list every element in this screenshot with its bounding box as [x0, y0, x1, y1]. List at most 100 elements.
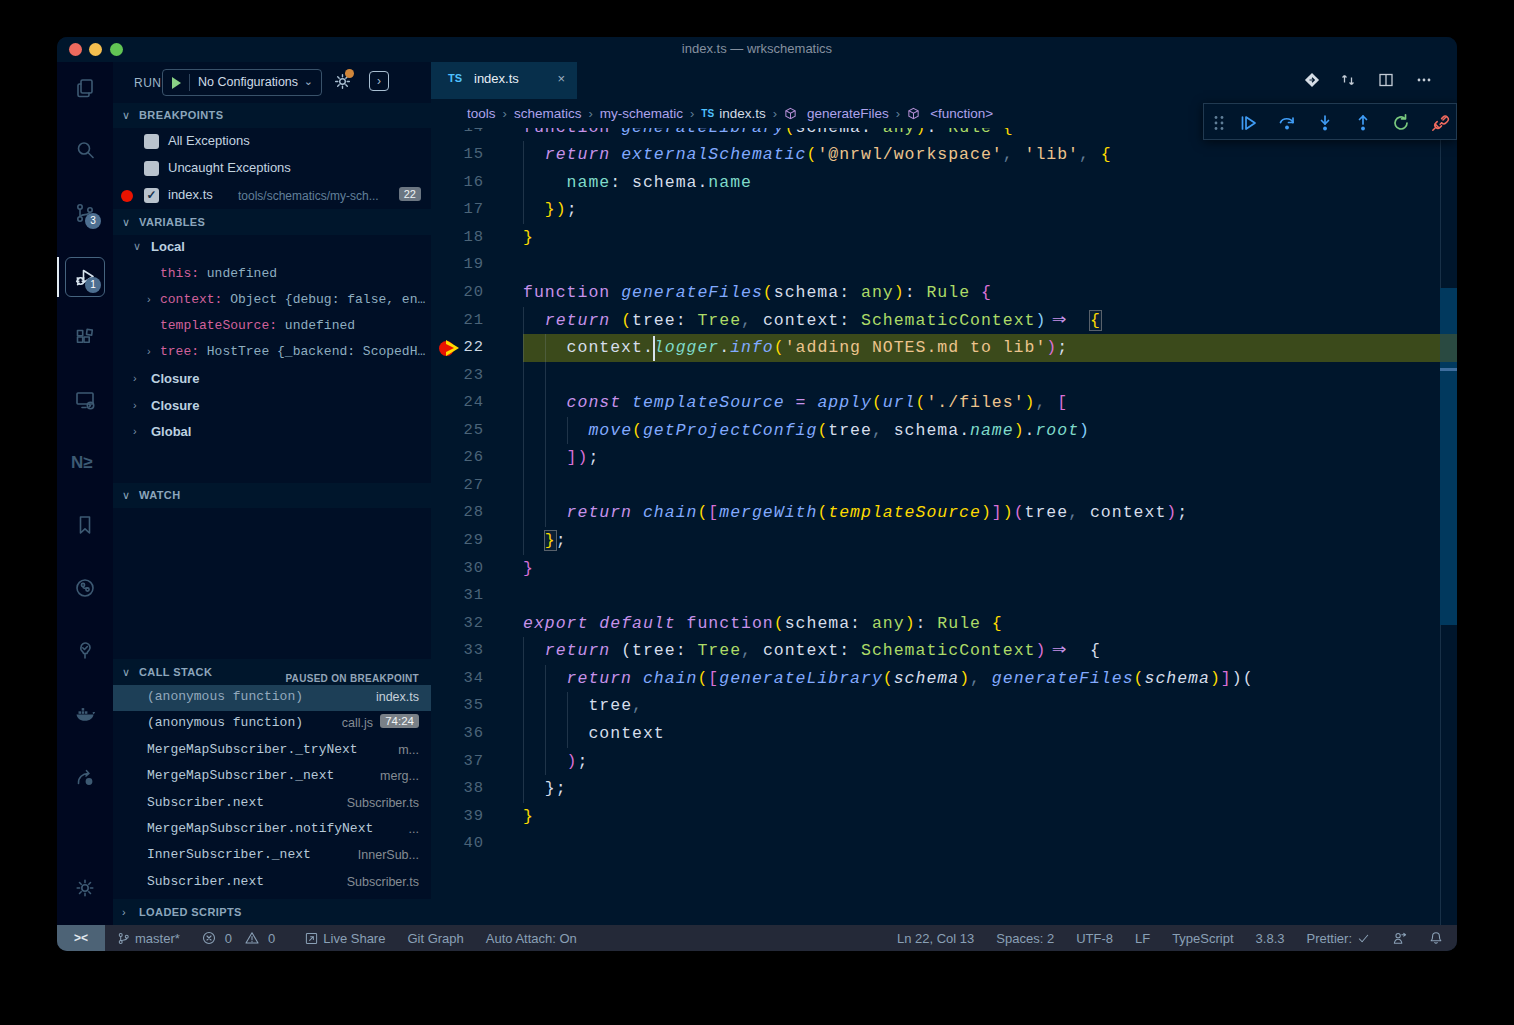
breadcrumb-generateFiles[interactable]: generateFiles: [784, 106, 889, 121]
status-eol[interactable]: LF: [1135, 931, 1150, 946]
status-indentation[interactable]: Spaces: 2: [996, 931, 1054, 946]
status-git-branch[interactable]: master*: [117, 931, 180, 946]
run-config-dropdown[interactable]: No Configurations⌄: [162, 69, 322, 96]
compare-changes-icon[interactable]: [1339, 71, 1357, 89]
section-watch[interactable]: ∨WATCH: [113, 483, 431, 508]
code-line-18[interactable]: 18}: [431, 224, 1457, 252]
code-line-21[interactable]: 21 return (tree: Tree, context: Schemati…: [431, 307, 1457, 335]
breadcrumb-function[interactable]: <function>: [907, 106, 993, 121]
section-call-stack[interactable]: ∨CALL STACKPAUSED ON BREAKPOINT: [113, 659, 431, 685]
code-line-36[interactable]: 36 context: [431, 720, 1457, 748]
code-line-29[interactable]: 29 };: [431, 527, 1457, 555]
status-cursor-position[interactable]: Ln 22, Col 13: [897, 931, 974, 946]
status-feedback[interactable]: [1392, 931, 1407, 946]
activity-remote-explorer[interactable]: [57, 376, 113, 424]
variable-row[interactable]: templateSource: undefined: [113, 314, 431, 340]
scope-local[interactable]: ∨Local: [113, 235, 431, 261]
breakpoint-row[interactable]: Uncaught Exceptions: [113, 155, 431, 182]
status-prettier[interactable]: Prettier:: [1306, 931, 1370, 946]
breadcrumb-indexts[interactable]: TSindex.ts: [701, 106, 765, 121]
code-line-40[interactable]: 40: [431, 830, 1457, 858]
split-editor-icon[interactable]: [1377, 71, 1395, 89]
breakpoint-checkbox[interactable]: ✓: [144, 188, 159, 203]
status-problems[interactable]: 00: [202, 931, 283, 946]
code-line-39[interactable]: 39}: [431, 803, 1457, 831]
breakpoint-checkbox[interactable]: [144, 161, 159, 176]
code-line-33[interactable]: 33 return (tree: Tree, context: Schemati…: [431, 637, 1457, 665]
breakpoint-row[interactable]: All Exceptions: [113, 128, 431, 155]
code-line-23[interactable]: 23: [431, 362, 1457, 390]
callstack-frame[interactable]: (anonymous function)index.ts: [113, 685, 431, 711]
editor[interactable]: 14function generateLibrary(schema: any):…: [431, 62, 1457, 925]
run-play-icon[interactable]: [172, 77, 181, 89]
activity-run-debug[interactable]: 1: [57, 253, 113, 301]
scope-global-2[interactable]: ›Global: [113, 420, 431, 446]
code-line-26[interactable]: 26 ]);: [431, 444, 1457, 472]
callstack-frame[interactable]: MergeMapSubscriber._nextmerg...: [113, 764, 431, 790]
callstack-frame[interactable]: Subscriber.nextSubscriber.ts: [113, 870, 431, 896]
scope-closure-1[interactable]: ›Closure: [113, 394, 431, 420]
continue-button[interactable]: [1238, 113, 1258, 133]
step-over-button[interactable]: [1277, 113, 1297, 133]
tab-index-ts[interactable]: TSindex.ts×: [431, 62, 577, 99]
status-git-graph[interactable]: Git Graph: [407, 931, 463, 946]
restart-button[interactable]: [1391, 113, 1411, 133]
code-line-32[interactable]: 32export default function(schema: any): …: [431, 610, 1457, 638]
activity-extensions[interactable]: [57, 314, 113, 362]
tab-close-icon[interactable]: ×: [557, 71, 565, 86]
status-ts-version[interactable]: 3.8.3: [1256, 931, 1285, 946]
breadcrumb-myschematic[interactable]: my-schematic: [600, 106, 683, 121]
activity-gitlens[interactable]: [57, 564, 113, 612]
status-language[interactable]: TypeScript: [1172, 931, 1233, 946]
activity-live-share[interactable]: [57, 753, 113, 801]
activity-nx-console[interactable]: N≥: [57, 439, 113, 487]
code-line-34[interactable]: 34 return chain([generateLibrary(schema)…: [431, 665, 1457, 693]
breadcrumb-schematics[interactable]: schematics: [514, 106, 582, 121]
section-variables[interactable]: ∨VARIABLES: [113, 209, 431, 235]
more-actions-icon[interactable]: [1415, 71, 1433, 89]
scope-closure-0[interactable]: ›Closure: [113, 367, 431, 393]
code-line-31[interactable]: 31: [431, 582, 1457, 610]
open-debug-console-button[interactable]: ›: [369, 71, 389, 91]
breadcrumb-tools[interactable]: tools: [467, 106, 496, 121]
activity-files[interactable]: [57, 64, 113, 112]
breakpoint-row[interactable]: ✓index.tstools/schematics/my-sch...22: [113, 182, 431, 209]
callstack-frame[interactable]: InnerSubscriber._nextInnerSub...: [113, 843, 431, 869]
breakpoint-checkbox[interactable]: [144, 134, 159, 149]
activity-settings[interactable]: [57, 864, 113, 912]
remote-indicator[interactable]: ><: [57, 925, 105, 951]
code-line-15[interactable]: 15 return externalSchematic('@nrwl/works…: [431, 141, 1457, 169]
callstack-frame[interactable]: Subscriber.nextSubscriber.ts: [113, 791, 431, 817]
code-line-28[interactable]: 28 return chain([mergeWith(templateSourc…: [431, 499, 1457, 527]
status-auto-attach[interactable]: Auto Attach: On: [486, 931, 577, 946]
debug-settings-gear[interactable]: [332, 71, 356, 95]
step-out-button[interactable]: [1353, 113, 1373, 133]
status-live-share[interactable]: Live Share: [305, 931, 385, 946]
code-line-24[interactable]: 24 const templateSource = apply(url('./f…: [431, 389, 1457, 417]
callstack-frame[interactable]: MergeMapSubscriber.notifyNext...: [113, 817, 431, 843]
code-line-19[interactable]: 19: [431, 251, 1457, 279]
disconnect-button[interactable]: [1430, 113, 1450, 133]
code-line-20[interactable]: 20function generateFiles(schema: any): R…: [431, 279, 1457, 307]
code-line-22[interactable]: 22 context.logger.info('adding NOTES.md …: [431, 334, 1457, 362]
activity-search[interactable]: [57, 126, 113, 174]
section-loaded-scripts[interactable]: ›LOADED SCRIPTS: [113, 899, 431, 925]
activity-source-control[interactable]: 3: [57, 189, 113, 237]
open-changes-icon[interactable]: [1303, 71, 1321, 89]
activity-testing[interactable]: [57, 626, 113, 674]
variable-row[interactable]: ›tree: HostTree {_backend: ScopedH…: [113, 340, 431, 366]
activity-docker[interactable]: [57, 689, 113, 737]
variable-row[interactable]: ›context: Object {debug: false, en…: [113, 288, 431, 314]
step-into-button[interactable]: [1315, 113, 1335, 133]
code-line-17[interactable]: 17 });: [431, 196, 1457, 224]
code-line-25[interactable]: 25 move(getProjectConfig(tree, schema.na…: [431, 417, 1457, 445]
status-encoding[interactable]: UTF-8: [1076, 931, 1113, 946]
callstack-frame[interactable]: MergeMapSubscriber._tryNextm...: [113, 738, 431, 764]
callstack-frame[interactable]: (anonymous function)74:24call.js: [113, 711, 431, 737]
status-notifications[interactable]: [1429, 931, 1443, 945]
variable-row[interactable]: this: undefined: [113, 262, 431, 288]
code-line-38[interactable]: 38 };: [431, 775, 1457, 803]
code-line-35[interactable]: 35 tree,: [431, 692, 1457, 720]
activity-bookmarks[interactable]: [57, 501, 113, 549]
code-line-30[interactable]: 30}: [431, 555, 1457, 583]
